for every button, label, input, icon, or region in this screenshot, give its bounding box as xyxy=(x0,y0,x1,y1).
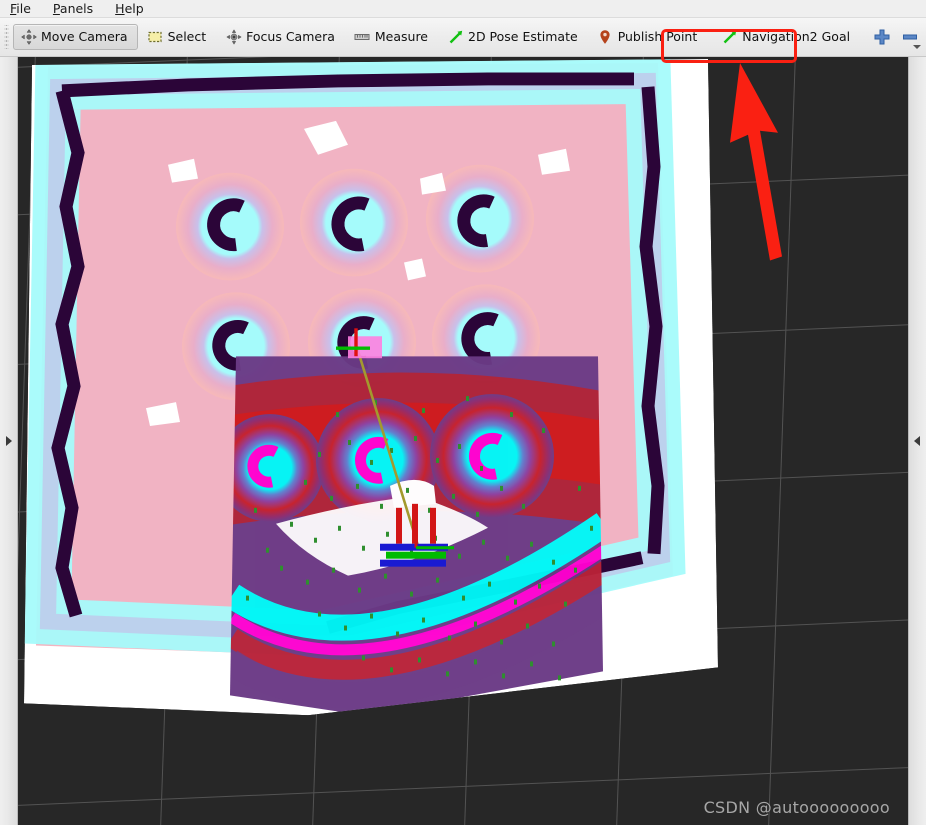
tool-move-camera[interactable]: Move Camera xyxy=(13,24,138,50)
rviz-main-window: File Panels Help Move Camera Select Focu… xyxy=(0,0,926,825)
tool-select[interactable]: Select xyxy=(140,24,217,50)
tool-move-camera-label: Move Camera xyxy=(41,29,128,44)
map-pin-icon xyxy=(597,29,614,45)
tool-measure[interactable]: Measure xyxy=(347,24,438,50)
green-arrow-icon xyxy=(447,29,464,45)
menu-item-help[interactable]: Help xyxy=(113,0,154,17)
tool-publish-point-label: Publish Point xyxy=(617,29,698,44)
tool-measure-label: Measure xyxy=(374,29,428,44)
collapse-left-triangle-icon[interactable] xyxy=(914,436,920,446)
tool-navigation2-goal-label: Navigation2 Goal xyxy=(742,29,851,44)
tool-focus-camera[interactable]: Focus Camera xyxy=(218,24,345,50)
expand-right-triangle-icon[interactable] xyxy=(6,436,12,446)
scene-render xyxy=(18,57,908,825)
left-panel-expander[interactable] xyxy=(0,57,18,825)
main-body: CSDN @autooooooooo xyxy=(0,57,926,825)
menu-panels-rest: anels xyxy=(59,1,94,16)
tool-2d-pose-estimate[interactable]: 2D Pose Estimate xyxy=(440,24,588,50)
tools-toolbar: Move Camera Select Focus Camera Measure … xyxy=(0,17,926,63)
menu-file-rest: ile xyxy=(16,1,31,16)
add-tool-button[interactable] xyxy=(873,23,892,51)
menu-help-rest: elp xyxy=(124,1,144,16)
render-viewport-3d[interactable]: CSDN @autooooooooo xyxy=(18,57,908,825)
focus-camera-icon xyxy=(225,29,242,45)
chevron-down-icon[interactable] xyxy=(913,45,921,49)
plus-icon xyxy=(874,29,890,45)
menu-item-panels[interactable]: Panels xyxy=(51,0,103,17)
menubar: File Panels Help xyxy=(0,0,926,17)
ruler-icon xyxy=(354,29,371,45)
tool-publish-point[interactable]: Publish Point xyxy=(590,24,708,50)
move-camera-icon xyxy=(20,29,37,45)
remove-tool-button[interactable] xyxy=(898,23,923,51)
tool-2d-pose-estimate-label: 2D Pose Estimate xyxy=(468,29,578,44)
right-panel-divider xyxy=(908,57,909,825)
minus-icon xyxy=(903,34,918,40)
tool-focus-camera-label: Focus Camera xyxy=(246,29,335,44)
green-arrow-icon xyxy=(721,29,738,45)
menu-item-file[interactable]: File xyxy=(8,0,41,17)
tool-navigation2-goal[interactable]: Navigation2 Goal xyxy=(714,24,860,50)
tool-select-label: Select xyxy=(167,29,207,44)
toolbar-drag-handle[interactable] xyxy=(4,25,10,49)
robot-axis-y xyxy=(386,551,446,559)
menu-panels-mnemonic: P xyxy=(52,1,60,16)
select-rect-icon xyxy=(147,29,164,45)
right-panel-expander[interactable] xyxy=(908,57,926,825)
menu-help-mnemonic: H xyxy=(115,1,125,16)
